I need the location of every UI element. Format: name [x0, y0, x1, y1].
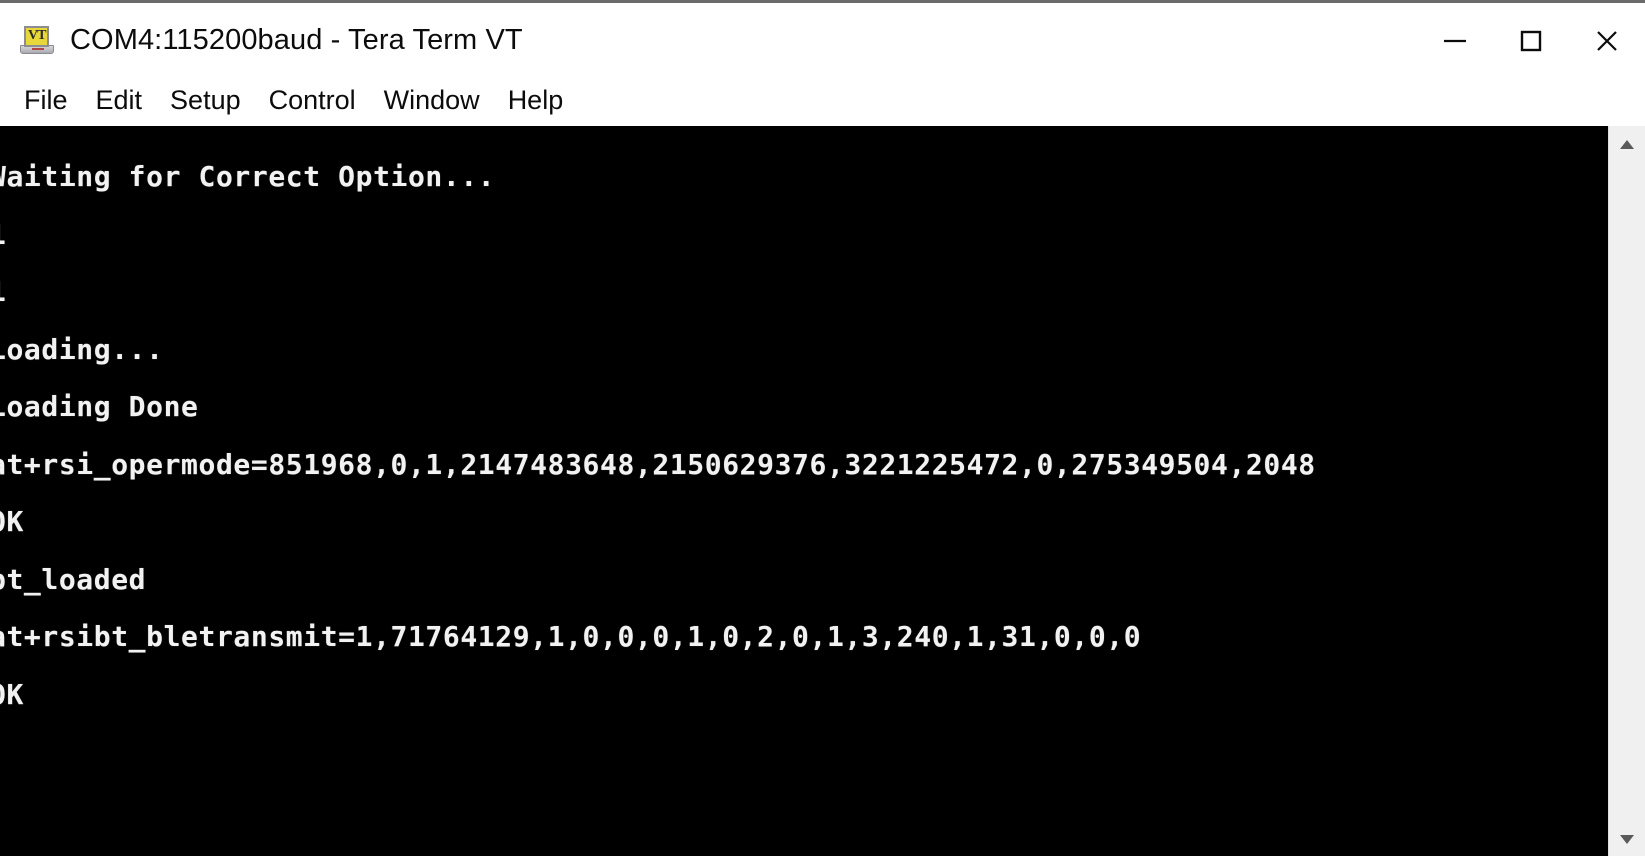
terminal-line: 1 — [0, 263, 1608, 321]
terminal-screen[interactable]: Waiting for Correct Option... 1 1 Loadin… — [0, 126, 1608, 856]
minimize-icon — [1444, 39, 1466, 42]
laptop-screen-label: VT — [28, 27, 46, 43]
terminal-line: Loading Done — [0, 390, 199, 423]
scroll-down-button[interactable] — [1609, 821, 1645, 856]
chevron-down-icon — [1620, 834, 1634, 844]
vertical-scrollbar[interactable] — [1608, 126, 1645, 856]
minimize-button[interactable] — [1417, 3, 1493, 78]
terminal-area: Waiting for Correct Option... 1 1 Loadin… — [0, 126, 1645, 856]
terminal-line: OK — [0, 505, 24, 538]
maximize-icon — [1520, 30, 1542, 51]
menu-item-edit[interactable]: Edit — [82, 83, 157, 122]
menu-item-setup[interactable]: Setup — [156, 83, 255, 122]
menu-item-help[interactable]: Help — [494, 83, 578, 122]
scroll-up-button[interactable] — [1609, 126, 1645, 162]
close-button[interactable] — [1569, 3, 1645, 78]
menu-item-control[interactable]: Control — [255, 83, 370, 122]
title-bar-left: VT COM4:115200baud - Tera Term VT — [0, 3, 523, 78]
terminal-line: at+rsibt_bletransmit=1,71764129,1,0,0,0,… — [0, 620, 1142, 653]
terminal-line: at+rsi_opermode=851968,0,1,2147483648,21… — [0, 447, 1316, 481]
terminal-line: 1 — [0, 206, 1608, 264]
menu-bar: File Edit Setup Control Window Help — [0, 78, 1645, 126]
menu-item-file[interactable]: File — [10, 83, 82, 122]
scrollbar-track[interactable] — [1609, 162, 1645, 821]
window-title: COM4:115200baud - Tera Term VT — [70, 24, 523, 56]
laptop-screen-shape: VT — [24, 25, 49, 47]
terminal-line: bt_loaded — [0, 562, 147, 596]
menu-item-window[interactable]: Window — [370, 83, 494, 122]
close-icon — [1597, 30, 1617, 51]
terminal-line: Loading... — [0, 332, 164, 366]
chevron-up-icon — [1620, 139, 1634, 149]
tera-term-window: VT COM4:115200baud - Tera Term VT File E… — [0, 0, 1645, 856]
window-controls — [1417, 3, 1645, 78]
title-bar[interactable]: VT COM4:115200baud - Tera Term VT — [0, 3, 1645, 78]
terminal-output: Waiting for Correct Option... 1 1 Loadin… — [0, 148, 1608, 723]
tera-term-vt-laptop-icon: VT — [20, 24, 54, 58]
terminal-line: OK — [0, 677, 24, 711]
maximize-button[interactable] — [1493, 3, 1569, 78]
terminal-line: Waiting for Correct Option... — [0, 160, 496, 193]
